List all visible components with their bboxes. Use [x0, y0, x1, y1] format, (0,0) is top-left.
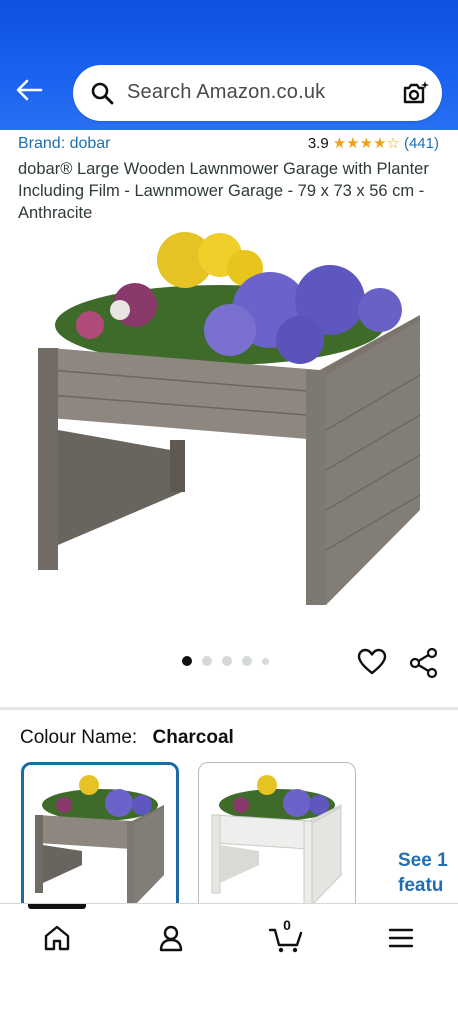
pagination-dot[interactable] [262, 657, 269, 665]
see-more-line1: See 1 [398, 850, 448, 871]
pagination-dot[interactable] [182, 656, 192, 666]
star-full-icon: ★ [346, 135, 360, 152]
search-bar[interactable]: Search Amazon.co.uk [73, 65, 442, 121]
nav-account[interactable] [151, 920, 191, 956]
star-full-icon: ★ [332, 135, 347, 152]
camera-search-icon[interactable] [400, 78, 430, 108]
colour-selected-value: Charcoal [152, 727, 234, 748]
nav-menu[interactable] [381, 920, 421, 956]
swatch-charcoal-image [35, 775, 164, 905]
cart-count-badge: 0 [283, 917, 291, 933]
back-button[interactable] [12, 75, 46, 105]
pagination-dot[interactable] [222, 656, 232, 666]
brand-rating-row: Brand: dobar 3.9 ★ ★ ★ ★ ☆ (441) [18, 135, 443, 157]
pagination-dot[interactable] [202, 656, 212, 666]
star-empty-icon: ☆ [386, 135, 400, 152]
share-icon[interactable] [408, 647, 440, 679]
nav-home[interactable] [37, 920, 77, 956]
bottom-navigation: 0 [0, 903, 458, 1024]
search-icon [91, 82, 114, 105]
account-icon [159, 925, 183, 952]
star-full-icon: ★ [359, 135, 374, 152]
image-pagination [182, 656, 279, 666]
rating-value: 3.9 [307, 135, 329, 152]
search-input[interactable]: Search Amazon.co.uk [127, 81, 325, 104]
wishlist-heart-icon[interactable] [357, 647, 387, 677]
colour-swatch-charcoal[interactable] [21, 762, 179, 912]
swatch-white-image [211, 775, 342, 907]
colour-label: Colour Name: [20, 727, 138, 748]
back-arrow-icon [16, 79, 43, 101]
home-icon [44, 925, 70, 951]
see-more-features-link[interactable]: See 1 featu [398, 848, 448, 898]
colour-swatch-white[interactable] [198, 762, 356, 912]
active-tab-indicator [28, 904, 86, 909]
section-divider [0, 707, 458, 710]
see-more-line2: featu [398, 875, 444, 896]
product-title: dobar® Large Wooden Lawnmower Garage wit… [18, 160, 429, 222]
top-header: Search Amazon.co.uk [0, 0, 458, 130]
brand-link[interactable]: Brand: dobar [18, 135, 111, 153]
menu-icon [388, 928, 414, 948]
star-full-icon: ★ [373, 135, 387, 152]
pagination-dot[interactable] [242, 656, 252, 666]
rating[interactable]: 3.9 ★ ★ ★ ★ ☆ (441) [308, 135, 439, 152]
rating-count[interactable]: (441) [404, 135, 439, 152]
nav-cart[interactable]: 0 [266, 917, 306, 956]
product-image[interactable] [30, 230, 430, 610]
colour-selector-label: Colour Name: Charcoal [20, 727, 234, 749]
star-rating: ★ ★ ★ ★ ☆ [333, 136, 400, 151]
